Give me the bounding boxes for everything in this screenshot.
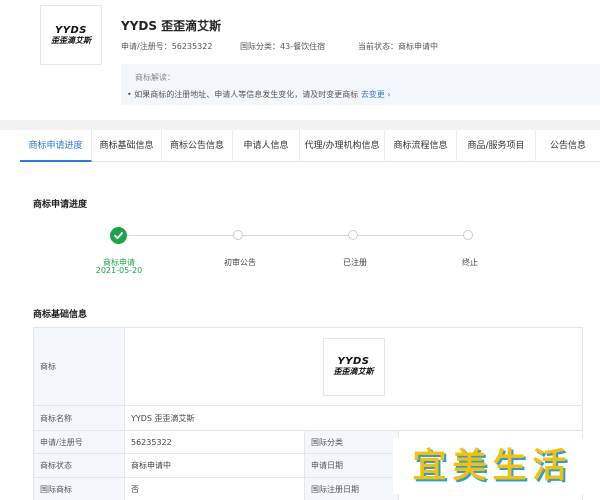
bullet: • bbox=[127, 90, 132, 99]
tab-bar: 商标申请进度 商标基础信息 商标公告信息 申请人信息 代理/办理机构信息 商标流… bbox=[20, 130, 600, 162]
logo-text-en: YYDS bbox=[55, 24, 87, 36]
step-label-initial-review: 初审公告 bbox=[224, 258, 256, 267]
name-label: 商标名称 bbox=[33, 405, 125, 431]
table-row: 商标 YYDS 歪歪滴艾斯 bbox=[33, 327, 583, 406]
progress-title: 商标申请进度 bbox=[33, 200, 88, 210]
regno-label: 申请/注册号 bbox=[33, 430, 125, 454]
intl-value: 否 bbox=[124, 477, 305, 500]
step-node-initial-review bbox=[233, 230, 243, 240]
checkmark-icon bbox=[114, 232, 123, 240]
watermark-logo: 宜 美 生 活 bbox=[393, 438, 586, 494]
interpretation-title: 商标解读： bbox=[135, 73, 175, 82]
trademark-logo: YYDS 歪歪滴艾斯 bbox=[40, 5, 102, 65]
logo-label: 商标 bbox=[33, 327, 125, 406]
reg-no: 申请/注册号：56235322 bbox=[121, 42, 213, 51]
status-label: 商标状态 bbox=[33, 453, 125, 478]
step-done-icon bbox=[110, 227, 127, 244]
tab-process-info[interactable]: 商标流程信息 bbox=[385, 130, 457, 162]
logo-text-cn: 歪歪滴艾斯 bbox=[51, 35, 91, 45]
intl-regdate-label: 国际注册日期 bbox=[304, 477, 399, 500]
intl-label: 国际商标 bbox=[33, 477, 125, 500]
step-date-apply: 2021-05-20 bbox=[95, 266, 143, 275]
watermark-char: 活 bbox=[532, 446, 567, 486]
logo-cell: YYDS 歪歪滴艾斯 bbox=[124, 327, 583, 406]
table-row: 商标名称 YYDS 歪歪滴艾斯 bbox=[33, 405, 583, 431]
tab-applicant-info[interactable]: 申请人信息 bbox=[233, 130, 300, 162]
section-divider bbox=[0, 120, 600, 130]
logo-text-cn: 歪歪滴艾斯 bbox=[333, 367, 374, 376]
tab-agency-info[interactable]: 代理/办理机构信息 bbox=[300, 130, 385, 162]
status-value: 商标申请中 bbox=[124, 453, 305, 478]
step-node-terminated bbox=[463, 230, 473, 240]
class-label: 国际分类 bbox=[304, 430, 399, 454]
progress-track bbox=[127, 235, 468, 236]
watermark-char: 宜 bbox=[412, 446, 447, 486]
step-label-registered: 已注册 bbox=[343, 258, 367, 267]
basic-info-title: 商标基础信息 bbox=[33, 310, 88, 320]
step-node-registered bbox=[348, 230, 358, 240]
watermark-char: 生 bbox=[492, 446, 527, 486]
regno-value: 56235322 bbox=[124, 430, 305, 454]
tab-announcement-info[interactable]: 商标公告信息 bbox=[162, 130, 233, 162]
trademark-interpretation: 商标解读： • 如果商标的注册地址、申请人等信息发生变化，请及时变更商标 去变更… bbox=[121, 64, 600, 105]
appdate-label: 申请日期 bbox=[304, 453, 399, 478]
name-value: YYDS 歪歪滴艾斯 bbox=[124, 405, 583, 431]
trademark-name: YYDS 歪歪滴艾斯 bbox=[121, 19, 222, 33]
tab-basic-info[interactable]: 商标基础信息 bbox=[92, 130, 162, 162]
current-status: 当前状态：商标申请中 bbox=[358, 42, 438, 51]
trademark-header: YYDS 歪歪滴艾斯 YYDS 歪歪滴艾斯 申请/注册号：56235322 国际… bbox=[0, 0, 600, 120]
tab-goods-services[interactable]: 商品/服务项目 bbox=[457, 130, 536, 162]
interpretation-line: • 如果商标的注册地址、申请人等信息发生变化，请及时变更商标 去变更 › bbox=[127, 89, 391, 100]
change-link[interactable]: 去变更 › bbox=[361, 90, 391, 99]
tab-progress[interactable]: 商标申请进度 bbox=[20, 130, 92, 162]
trademark-logo-large: YYDS 歪歪滴艾斯 bbox=[322, 337, 385, 396]
logo-text-en: YYDS bbox=[337, 356, 370, 367]
tab-notices[interactable]: 公告信息 bbox=[536, 130, 600, 162]
intl-class: 国际分类：43-餐饮住宿 bbox=[240, 42, 326, 51]
interpretation-text: 如果商标的注册地址、申请人等信息发生变化，请及时变更商标 bbox=[134, 90, 359, 99]
step-label-terminated: 终止 bbox=[462, 258, 478, 267]
watermark-char: 美 bbox=[452, 446, 487, 486]
